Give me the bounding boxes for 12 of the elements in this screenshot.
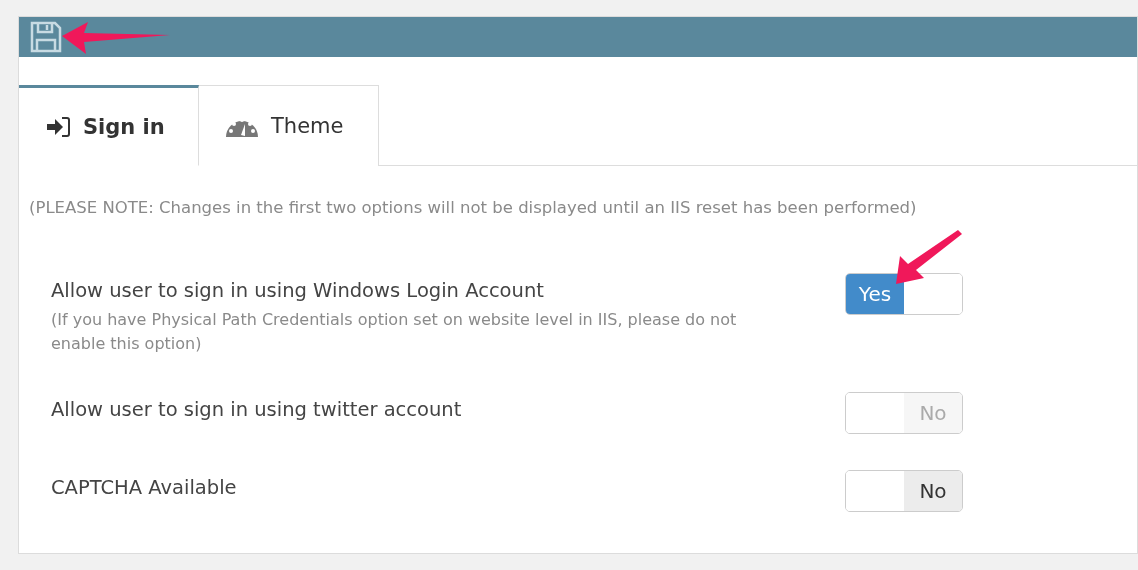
toggle-switch[interactable]: No	[845, 470, 963, 512]
tab[interactable]: Theme	[199, 85, 379, 166]
sign-in-icon	[45, 115, 71, 138]
toggle-switch[interactable]: Yes	[845, 273, 963, 315]
tab[interactable]: Sign in	[19, 85, 199, 166]
option-label: Allow user to sign in using Windows Login Account	[51, 279, 545, 302]
annotation-arrow	[896, 230, 962, 284]
option-label: Allow user to sign in using twitter account	[51, 398, 463, 421]
save-icon[interactable]	[29, 20, 63, 54]
note-text: (PLEASE NOTE: Changes in the first two options will not be displayed until an IIS reset has been performed)	[29, 198, 918, 217]
option-hint: (If you have Physical Path Credentials option set on website level in IIS, please do not enable this option)	[51, 309, 738, 355]
option-label: CAPTCHA Available	[51, 476, 238, 499]
